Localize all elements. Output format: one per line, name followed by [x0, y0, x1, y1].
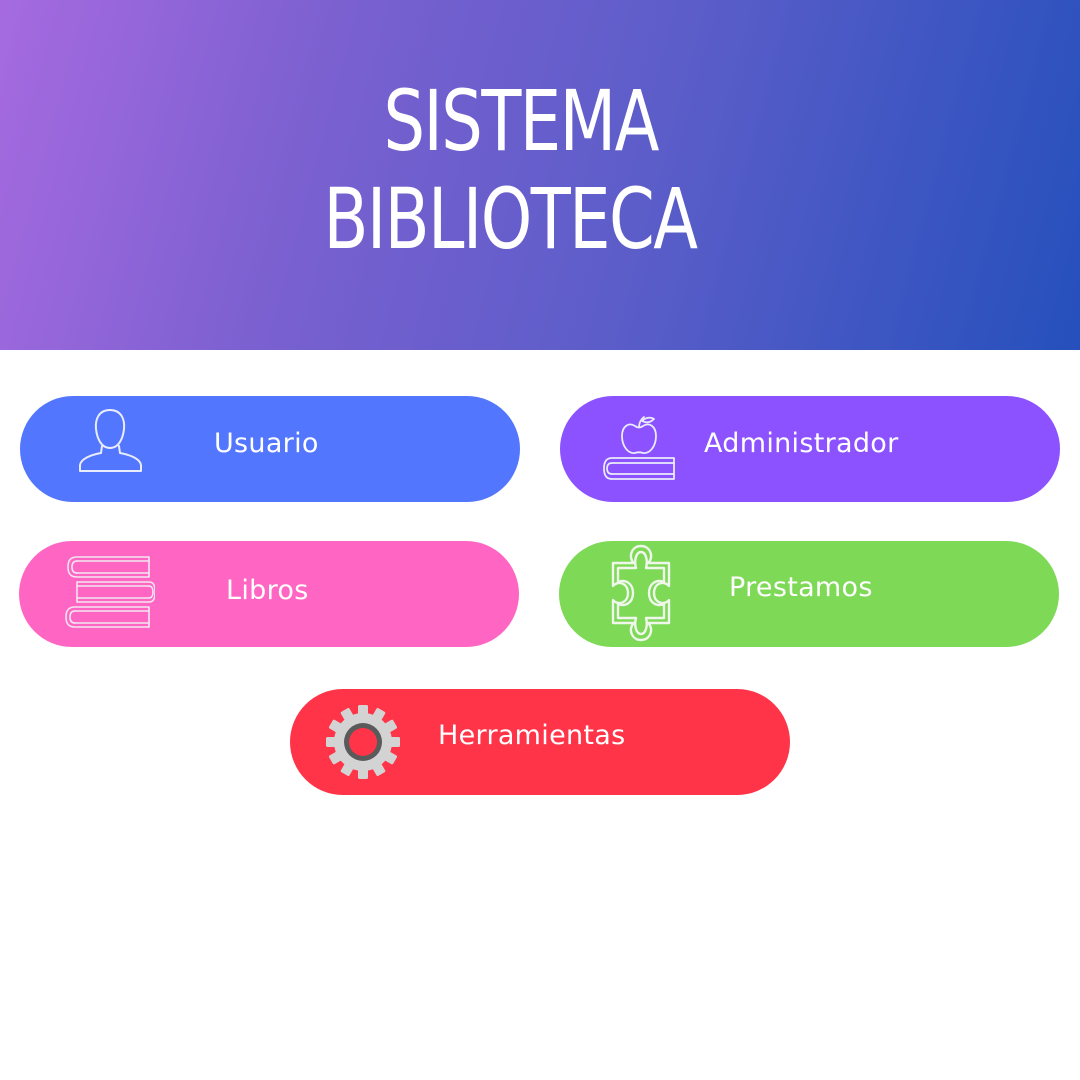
usuario-label: Usuario — [214, 428, 319, 459]
libros-button[interactable]: Libros — [19, 541, 519, 647]
prestamos-button[interactable]: Prestamos — [559, 541, 1059, 647]
title-line-2: BIBLIOTECA — [323, 170, 698, 268]
puzzle-piece-icon — [607, 543, 677, 647]
herramientas-button[interactable]: Herramientas — [290, 689, 790, 795]
herramientas-label: Herramientas — [438, 720, 626, 751]
usuario-button[interactable]: Usuario — [20, 396, 520, 502]
administrador-button[interactable]: Administrador — [560, 396, 1060, 502]
book-stack-icon — [63, 555, 155, 631]
page-title: SISTEMA BIBLIOTECA — [114, 72, 956, 268]
title-line-1: SISTEMA — [383, 72, 660, 170]
apple-on-book-icon — [602, 414, 678, 484]
administrador-label: Administrador — [704, 428, 899, 459]
libros-label: Libros — [226, 575, 309, 606]
prestamos-label: Prestamos — [729, 572, 873, 603]
header-banner: SISTEMA BIBLIOTECA — [0, 0, 1080, 350]
user-icon — [75, 408, 145, 478]
gear-icon — [324, 703, 402, 781]
